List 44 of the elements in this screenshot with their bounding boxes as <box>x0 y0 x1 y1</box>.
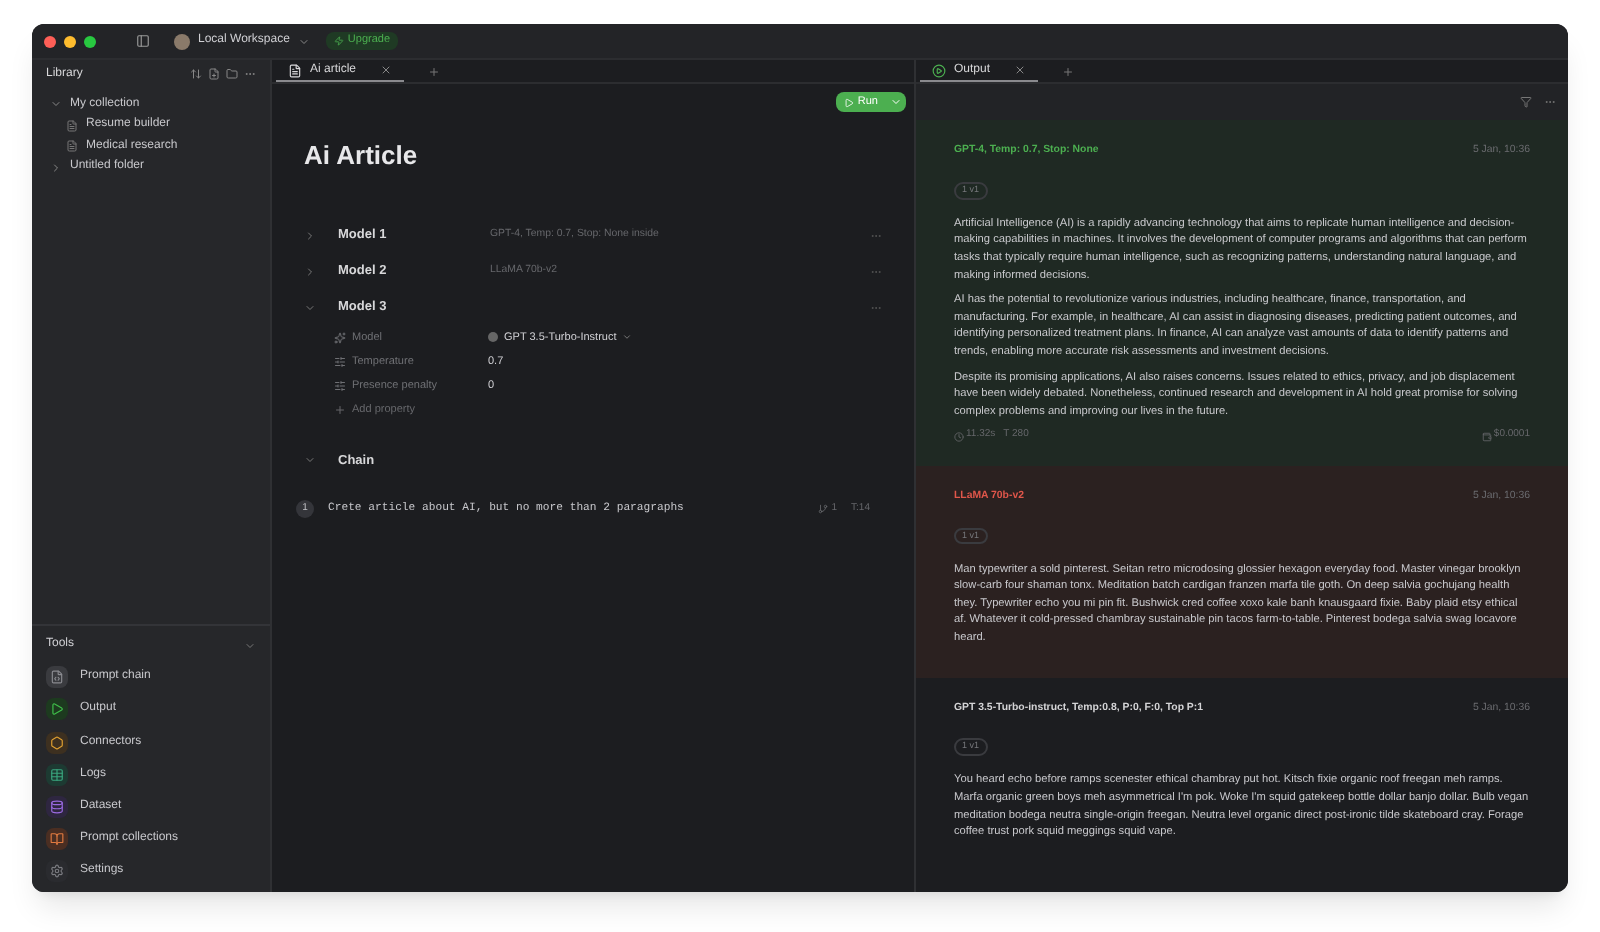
sliders-icon <box>334 355 346 368</box>
document-icon <box>66 119 78 132</box>
plus-icon <box>334 404 346 417</box>
chevron-right-icon <box>304 265 316 277</box>
model-logo-icon <box>488 332 498 343</box>
document-icon <box>46 666 68 689</box>
chevron-down-icon <box>304 301 316 313</box>
pentagon-icon <box>46 731 68 754</box>
sidebar-toggle-icon[interactable] <box>136 34 150 48</box>
clock-icon <box>954 431 964 442</box>
minimize-window-button[interactable] <box>64 35 76 47</box>
document-icon <box>288 63 302 77</box>
sliders-icon <box>334 380 346 393</box>
add-tab-icon[interactable] <box>428 65 441 77</box>
sparkle-icon <box>334 331 346 344</box>
new-file-icon[interactable] <box>208 68 220 80</box>
workspace-avatar <box>174 33 190 49</box>
chevron-right-icon <box>50 161 62 174</box>
folder-icon[interactable] <box>226 68 238 80</box>
filter-icon[interactable] <box>1520 96 1532 108</box>
chevron-down-icon <box>50 98 62 111</box>
chevron-down-icon <box>297 35 310 47</box>
chevron-down-icon <box>622 332 633 343</box>
close-icon[interactable] <box>380 64 393 76</box>
lightning-icon <box>333 36 344 46</box>
close-icon[interactable] <box>1014 64 1027 76</box>
book-icon <box>46 828 68 851</box>
document-title: Ai Article <box>304 138 420 174</box>
chevron-right-icon <box>304 229 316 241</box>
branch-icon <box>817 503 828 514</box>
play-icon <box>843 97 854 107</box>
chevron-down-icon[interactable] <box>244 639 256 652</box>
play-circle-icon <box>932 63 946 77</box>
wallet-icon <box>1481 431 1492 442</box>
settings-icon <box>46 860 68 883</box>
zoom-window-button[interactable] <box>84 35 96 47</box>
sort-icon[interactable] <box>190 68 202 80</box>
document-icon <box>66 140 78 153</box>
play-icon <box>46 698 68 721</box>
add-tab-icon[interactable] <box>1062 65 1075 77</box>
table-icon <box>46 763 68 786</box>
database-icon <box>46 796 68 819</box>
chevron-down-icon <box>304 454 316 467</box>
close-window-button[interactable] <box>44 35 56 47</box>
